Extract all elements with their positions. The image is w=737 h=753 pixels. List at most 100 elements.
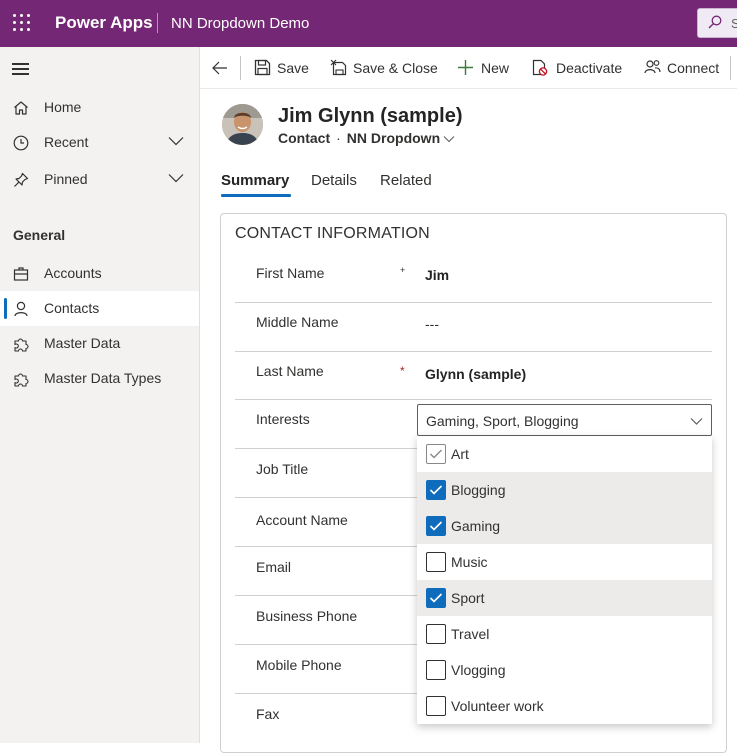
chevron-down-icon[interactable] bbox=[168, 136, 184, 146]
checkbox[interactable] bbox=[426, 696, 446, 716]
record-subtitle: Contact · NN Dropdown bbox=[278, 130, 455, 146]
checkbox[interactable] bbox=[426, 660, 446, 680]
record-title: Jim Glynn (sample) bbox=[278, 105, 463, 127]
form-selector[interactable]: NN Dropdown bbox=[347, 130, 440, 146]
back-arrow-icon[interactable] bbox=[212, 61, 228, 75]
checkbox[interactable] bbox=[426, 624, 446, 644]
checkbox[interactable] bbox=[426, 444, 446, 464]
checkmark-icon bbox=[429, 485, 443, 495]
command-divider bbox=[240, 56, 241, 80]
new-button[interactable]: New bbox=[457, 47, 513, 89]
command-divider bbox=[730, 56, 731, 80]
field-divider bbox=[235, 351, 712, 352]
checkbox[interactable] bbox=[426, 588, 446, 608]
connect-icon bbox=[644, 60, 661, 74]
sidebar-item-label: Master Data Types bbox=[44, 370, 162, 386]
menu-icon[interactable] bbox=[12, 63, 29, 75]
tab-details[interactable]: Details bbox=[311, 172, 357, 189]
puzzle-icon bbox=[14, 338, 29, 352]
last-name-field[interactable]: Glynn (sample) bbox=[425, 366, 526, 382]
field-divider bbox=[235, 399, 712, 400]
save-icon bbox=[254, 59, 271, 76]
tab-summary[interactable]: Summary bbox=[221, 172, 289, 189]
middle-name-field[interactable]: --- bbox=[425, 316, 439, 332]
checkmark-icon bbox=[430, 449, 442, 459]
sidebar-item-pinned[interactable]: Pinned bbox=[0, 162, 199, 197]
interests-selected-value: Gaming, Sport, Blogging bbox=[426, 413, 579, 429]
option-travel[interactable]: Travel bbox=[417, 616, 712, 652]
checkbox[interactable] bbox=[426, 516, 446, 536]
chevron-down-icon[interactable] bbox=[168, 173, 184, 183]
home-icon bbox=[14, 101, 28, 115]
sidebar-item-label: Home bbox=[44, 99, 82, 115]
sidebar-item-home[interactable]: Home bbox=[0, 90, 199, 125]
fax-label: Fax bbox=[256, 706, 280, 722]
option-blogging[interactable]: Blogging bbox=[417, 472, 712, 508]
save-button[interactable]: Save bbox=[254, 47, 310, 89]
app-title[interactable]: NN Dropdown Demo bbox=[171, 15, 309, 32]
accounts-icon bbox=[13, 267, 29, 281]
first-name-label: First Name bbox=[256, 265, 325, 281]
command-bar: Save Save & Close New Deactivate Connect bbox=[200, 47, 737, 89]
option-music[interactable]: Music bbox=[417, 544, 712, 580]
app-name[interactable]: Power Apps bbox=[55, 13, 153, 33]
save-and-close-button[interactable]: Save & Close bbox=[330, 47, 438, 89]
sidebar-item-label: Recent bbox=[44, 134, 89, 150]
sidebar-item-master-data[interactable]: Master Data bbox=[0, 326, 199, 361]
sidebar: Home Recent Pinned General Accounts Cont… bbox=[0, 47, 200, 743]
email-label: Email bbox=[256, 559, 292, 575]
sidebar-section-title: General bbox=[13, 227, 66, 243]
pin-icon bbox=[14, 172, 29, 187]
save-close-icon bbox=[330, 59, 347, 76]
option-art[interactable]: Art bbox=[417, 436, 712, 472]
checkbox[interactable] bbox=[426, 552, 446, 572]
field-divider bbox=[235, 302, 712, 303]
entity-name: Contact bbox=[278, 130, 331, 146]
active-indicator bbox=[4, 298, 7, 319]
mobile-phone-label: Mobile Phone bbox=[256, 657, 342, 673]
option-gaming[interactable]: Gaming bbox=[417, 508, 712, 544]
plus-icon bbox=[458, 60, 473, 75]
avatar bbox=[222, 104, 263, 145]
interests-label: Interests bbox=[256, 411, 310, 427]
sidebar-item-master-data-types[interactable]: Master Data Types bbox=[0, 361, 199, 396]
puzzle-icon bbox=[14, 373, 29, 387]
sidebar-item-recent[interactable]: Recent bbox=[0, 125, 199, 160]
option-volunteer-work[interactable]: Volunteer work bbox=[417, 688, 712, 724]
recommended-marker: + bbox=[400, 265, 406, 275]
deactivate-icon bbox=[532, 59, 548, 76]
option-sport[interactable]: Sport bbox=[417, 580, 712, 616]
sidebar-item-label: Accounts bbox=[44, 265, 102, 281]
first-name-field[interactable]: Jim bbox=[425, 267, 449, 283]
connect-button[interactable]: Connect bbox=[644, 47, 722, 89]
sidebar-item-label: Master Data bbox=[44, 335, 121, 351]
tab-related[interactable]: Related bbox=[380, 172, 432, 189]
active-tab-indicator bbox=[221, 194, 291, 197]
interests-dropdown[interactable]: Gaming, Sport, Blogging bbox=[417, 404, 712, 436]
sidebar-item-contacts[interactable]: Contacts bbox=[0, 291, 199, 326]
sidebar-item-accounts[interactable]: Accounts bbox=[0, 256, 199, 291]
app-header: Power Apps NN Dropdown Demo Se bbox=[0, 0, 737, 47]
search-input[interactable]: Se bbox=[697, 8, 737, 38]
app-launcher-icon[interactable] bbox=[13, 14, 31, 32]
sidebar-item-label: Contacts bbox=[44, 300, 100, 316]
chevron-down-icon[interactable] bbox=[690, 417, 703, 425]
header-divider bbox=[157, 13, 158, 33]
business-phone-label: Business Phone bbox=[256, 608, 358, 624]
interests-options-list: Art Blogging Gaming Music Sport Travel V… bbox=[417, 436, 712, 724]
search-placeholder: Se bbox=[731, 16, 737, 31]
job-title-label: Job Title bbox=[256, 461, 309, 477]
option-vlogging[interactable]: Vlogging bbox=[417, 652, 712, 688]
required-marker: * bbox=[400, 364, 405, 378]
subtitle-separator: · bbox=[336, 130, 341, 146]
sidebar-item-label: Pinned bbox=[44, 171, 88, 187]
person-icon bbox=[14, 301, 28, 317]
last-name-label: Last Name bbox=[256, 363, 324, 379]
checkbox[interactable] bbox=[426, 480, 446, 500]
middle-name-label: Middle Name bbox=[256, 314, 339, 330]
deactivate-button[interactable]: Deactivate bbox=[531, 47, 623, 89]
search-icon bbox=[708, 15, 722, 29]
checkmark-icon bbox=[429, 521, 443, 531]
chevron-down-icon[interactable] bbox=[443, 135, 455, 143]
checkmark-icon bbox=[429, 593, 443, 603]
